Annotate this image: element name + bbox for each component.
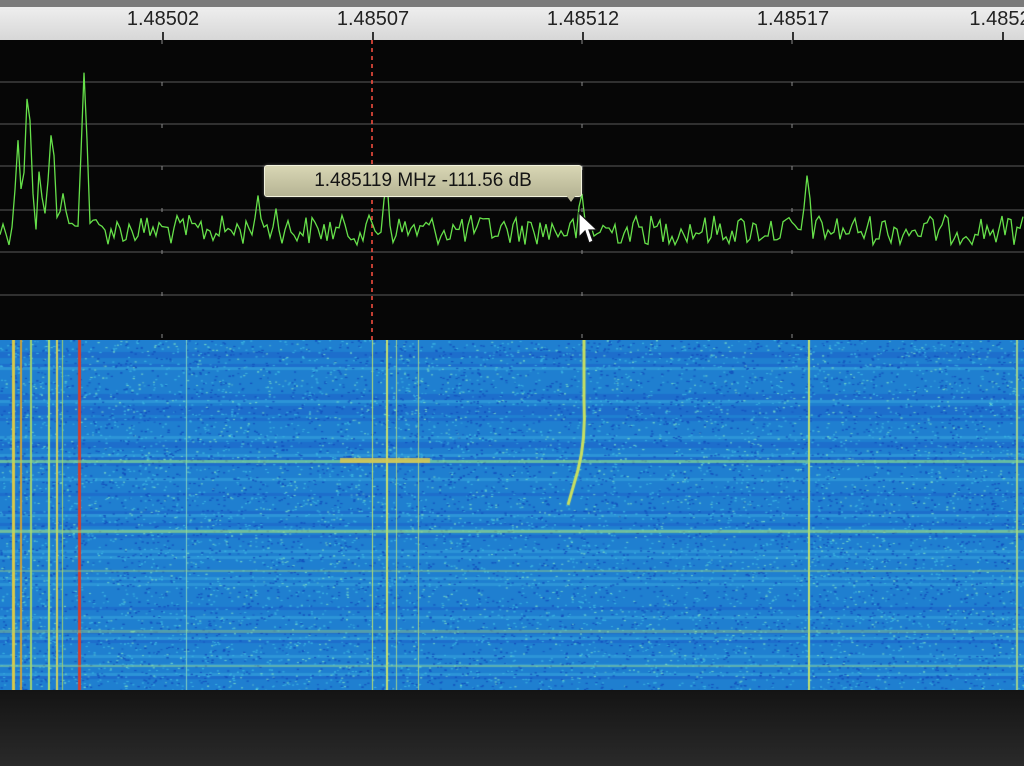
tooltip-pointer — [566, 195, 576, 202]
freq-tick-label: 1.48512 — [546, 8, 620, 30]
freq-tick-label: 1.48517 — [756, 8, 830, 30]
freq-tick-label: 1.4852 — [969, 8, 1024, 30]
ruler-top-border — [0, 0, 1024, 7]
cursor-readout-tooltip: 1.485119 MHz -111.56 dB — [264, 165, 582, 197]
freq-tick-label: 1.48507 — [336, 8, 410, 30]
spectrum-trace — [0, 72, 1024, 247]
mouse-pointer-icon — [578, 212, 598, 244]
freq-tick-label: 1.48502 — [126, 8, 200, 30]
ruler-tick — [582, 32, 584, 40]
waterfall-display[interactable] — [0, 340, 1024, 690]
waterfall-canvas[interactable] — [0, 340, 1024, 690]
ruler-tick — [792, 32, 794, 40]
ruler-tick — [162, 32, 164, 40]
ruler-tick — [1002, 32, 1004, 40]
frequency-ruler[interactable]: 1.48502 1.48507 1.48512 1.48517 1.4852 — [0, 0, 1024, 42]
sdr-receiver-window: 1.48502 1.48507 1.48512 1.48517 1.4852 1… — [0, 0, 1024, 766]
bottom-panel — [0, 690, 1024, 766]
ruler-tick — [372, 32, 374, 40]
spectrum-display[interactable]: 1.485119 MHz -111.56 dB — [0, 40, 1024, 340]
